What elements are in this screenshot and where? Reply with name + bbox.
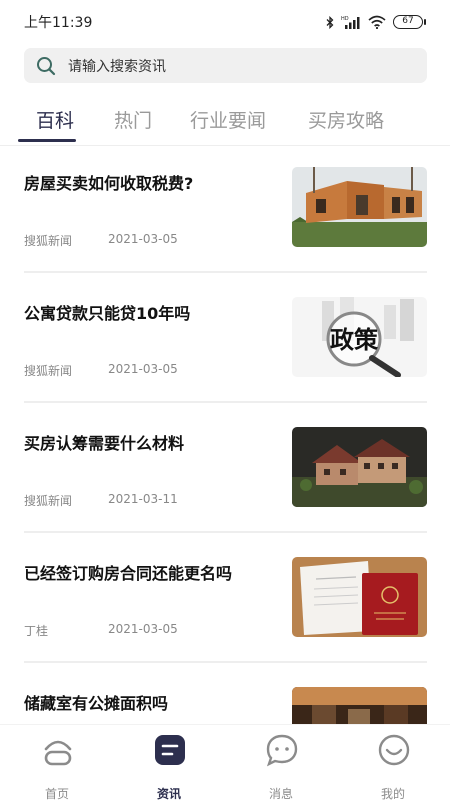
nav-label: 资讯	[156, 787, 181, 800]
nav-label: 首页	[44, 787, 69, 800]
nav-messages[interactable]: 消息	[246, 733, 316, 800]
list-item[interactable]: 公寓贷款只能贷10年吗 搜狐新闻 2021-03-05 政策	[24, 297, 427, 427]
bottom-nav: 首页 资讯 消息 我的	[0, 724, 450, 800]
hd-signal-icon: HD	[341, 16, 360, 29]
search-placeholder: 请输入搜索资讯	[68, 58, 166, 75]
article-source: 搜狐新闻	[24, 234, 73, 248]
article-thumbnail[interactable]	[292, 557, 427, 637]
article-title[interactable]: 房屋买卖如何收取税费?	[24, 170, 193, 194]
home-icon	[44, 740, 72, 766]
status-icons: HD 67	[326, 15, 426, 29]
article-source: 搜狐新闻	[24, 494, 73, 508]
search-input[interactable]: 请输入搜索资讯	[24, 48, 427, 83]
article-title[interactable]: 买房认筹需要什么材料	[24, 430, 184, 454]
tab-industry-news[interactable]: 行业要闻	[190, 106, 266, 133]
article-date: 2021-03-05	[108, 232, 178, 246]
tab-buying-guide[interactable]: 买房攻略	[308, 106, 384, 133]
bluetooth-icon	[326, 15, 334, 29]
item-divider	[24, 401, 427, 403]
article-title[interactable]: 公寓贷款只能贷10年吗	[24, 300, 190, 324]
wifi-icon	[368, 15, 386, 29]
tabs-divider	[0, 145, 450, 146]
thumb-caption: 政策	[330, 326, 379, 354]
nav-profile[interactable]: 我的	[358, 733, 428, 800]
article-date: 2021-03-05	[108, 622, 178, 636]
tab-baike[interactable]: 百科	[36, 106, 74, 133]
nav-home[interactable]: 首页	[22, 733, 92, 800]
nav-label: 我的	[380, 787, 405, 800]
list-item[interactable]: 已经签订购房合同还能更名吗 丁桂 2021-03-05	[24, 557, 427, 687]
item-divider	[24, 661, 427, 663]
battery-icon: 67	[393, 15, 426, 29]
battery-level: 67	[393, 15, 423, 29]
tab-hot[interactable]: 热门	[114, 106, 152, 133]
nav-news[interactable]: 资讯	[134, 733, 204, 800]
article-thumbnail[interactable]	[292, 427, 427, 507]
active-tab-indicator	[18, 139, 76, 142]
search-icon	[37, 56, 56, 75]
article-title[interactable]: 已经签订购房合同还能更名吗	[24, 560, 232, 584]
article-source: 搜狐新闻	[24, 364, 73, 378]
article-date: 2021-03-11	[108, 492, 178, 506]
article-date: 2021-03-05	[108, 362, 178, 376]
message-icon	[266, 734, 298, 767]
list-item[interactable]: 房屋买卖如何收取税费? 搜狐新闻 2021-03-05	[24, 167, 427, 297]
profile-icon	[378, 734, 410, 766]
status-bar: 上午11:39 HD 67	[0, 0, 450, 44]
svg-text:HD: HD	[341, 16, 349, 22]
item-divider	[24, 271, 427, 273]
article-source: 丁桂	[24, 624, 49, 638]
item-divider	[24, 531, 427, 533]
article-title[interactable]: 储藏室有公摊面积吗	[24, 690, 168, 714]
article-thumbnail[interactable]: 政策	[292, 297, 427, 377]
status-time: 上午11:39	[24, 15, 93, 31]
category-tabs: 百科 热门 行业要闻 买房攻略	[0, 100, 450, 144]
news-icon	[155, 735, 185, 765]
list-item[interactable]: 买房认筹需要什么材料 搜狐新闻 2021-03-11	[24, 427, 427, 557]
nav-label: 消息	[268, 787, 293, 800]
article-thumbnail[interactable]	[292, 167, 427, 247]
